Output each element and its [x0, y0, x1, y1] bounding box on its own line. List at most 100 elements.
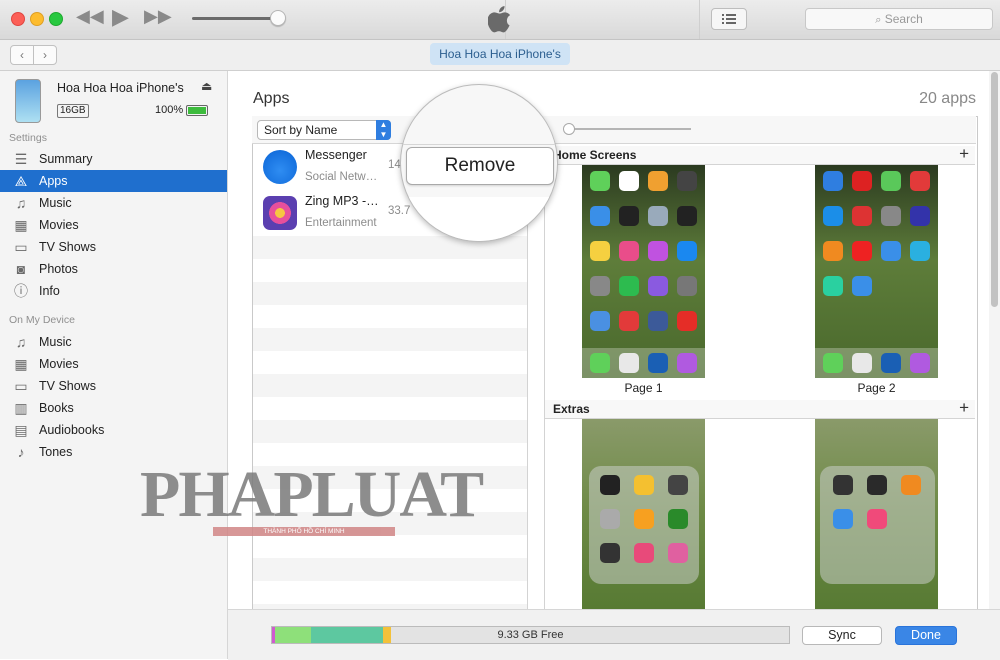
- volume-slider[interactable]: [192, 17, 280, 20]
- forward-button[interactable]: ›: [33, 45, 57, 65]
- list-icon: [722, 14, 736, 24]
- app-icon[interactable]: [677, 241, 697, 261]
- app-icon[interactable]: [619, 206, 639, 226]
- app-icon[interactable]: [590, 171, 610, 191]
- sidebar-item-settings-info[interactable]: ⓘ Info: [0, 280, 227, 302]
- app-icon[interactable]: [619, 241, 639, 261]
- play-icon[interactable]: ▶: [112, 4, 129, 30]
- app-icon[interactable]: [823, 171, 843, 191]
- folder-app-icon[interactable]: [634, 475, 654, 495]
- sort-select[interactable]: Sort by Name ▲ ▼: [257, 120, 391, 140]
- sidebar-item-settings-music[interactable]: ♫ Music: [0, 192, 227, 214]
- remove-button[interactable]: Remove: [406, 147, 554, 185]
- sidebar-item-settings-photos[interactable]: ◙ Photos: [0, 258, 227, 280]
- app-icon[interactable]: [648, 311, 668, 331]
- home-screen-page-1[interactable]: [582, 165, 705, 378]
- folder-app-icon[interactable]: [600, 475, 620, 495]
- folder-app-icon[interactable]: [634, 543, 654, 563]
- volume-knob[interactable]: [270, 10, 286, 26]
- app-icon[interactable]: [619, 276, 639, 296]
- app-icon[interactable]: [852, 171, 872, 191]
- app-icon[interactable]: [648, 171, 668, 191]
- dock-app-icon[interactable]: [852, 353, 872, 373]
- dock-app-icon[interactable]: [881, 353, 901, 373]
- fast-forward-icon[interactable]: ▶▶: [144, 6, 172, 27]
- dock-app-icon[interactable]: [677, 353, 697, 373]
- app-icon[interactable]: [619, 171, 639, 191]
- zoom-slider[interactable]: [565, 128, 691, 130]
- app-icon[interactable]: [677, 311, 697, 331]
- folder-app-icon[interactable]: [668, 475, 688, 495]
- app-icon[interactable]: [677, 276, 697, 296]
- sidebar-item-device-audiobooks[interactable]: ▤ Audiobooks: [0, 419, 227, 441]
- add-home-screen-icon[interactable]: +: [959, 145, 969, 163]
- search-field[interactable]: ⌕ Search: [805, 8, 993, 30]
- app-icon[interactable]: [590, 276, 610, 296]
- sidebar-item-device-tv-shows[interactable]: ▭ TV Shows: [0, 375, 227, 397]
- add-extras-icon[interactable]: +: [959, 399, 969, 417]
- app-icon[interactable]: [648, 206, 668, 226]
- folder-app-icon[interactable]: [668, 509, 688, 529]
- app-icon[interactable]: [852, 206, 872, 226]
- app-icon[interactable]: [910, 171, 930, 191]
- app-icon[interactable]: [823, 241, 843, 261]
- app-icon[interactable]: [881, 241, 901, 261]
- sidebar-item-label: Summary: [39, 152, 93, 166]
- app-icon[interactable]: [677, 171, 697, 191]
- sidebar-item-device-books[interactable]: ▥ Books: [0, 397, 227, 419]
- folder-app-icon[interactable]: [600, 509, 620, 529]
- eject-icon[interactable]: ⏏: [201, 79, 212, 93]
- list-stripe: [253, 420, 527, 443]
- app-icon[interactable]: [881, 206, 901, 226]
- app-icon[interactable]: [823, 276, 843, 296]
- dock-app-icon[interactable]: [648, 353, 668, 373]
- app-icon[interactable]: [910, 206, 930, 226]
- home-screen-page-2[interactable]: [815, 165, 938, 378]
- device-tab[interactable]: Hoa Hoa Hoa iPhone's: [430, 43, 570, 65]
- sidebar-item-settings-movies[interactable]: ▦ Movies: [0, 214, 227, 236]
- app-icon[interactable]: [590, 241, 610, 261]
- close-window-button[interactable]: [11, 12, 25, 26]
- app-icon[interactable]: [852, 241, 872, 261]
- dock-app-icon[interactable]: [910, 353, 930, 373]
- app-icon[interactable]: [823, 206, 843, 226]
- app-icon[interactable]: [881, 171, 901, 191]
- app-icon[interactable]: [677, 206, 697, 226]
- app-icon[interactable]: [910, 241, 930, 261]
- folder-app-icon[interactable]: [901, 475, 921, 495]
- sync-button[interactable]: Sync: [802, 626, 882, 645]
- dock-app-icon[interactable]: [823, 353, 843, 373]
- dock-app-icon[interactable]: [619, 353, 639, 373]
- search-icon: ⌕: [875, 14, 882, 26]
- back-button[interactable]: ‹: [10, 45, 34, 65]
- app-icon[interactable]: [590, 206, 610, 226]
- folder-app-icon[interactable]: [833, 509, 853, 529]
- sidebar-item-device-music[interactable]: ♫ Music: [0, 331, 227, 353]
- folder-app-icon[interactable]: [867, 475, 887, 495]
- sidebar-item-label: Info: [39, 284, 60, 298]
- app-icon[interactable]: [590, 311, 610, 331]
- minimize-window-button[interactable]: [30, 12, 44, 26]
- folder-app-icon[interactable]: [634, 509, 654, 529]
- rewind-icon[interactable]: ◀◀: [76, 6, 104, 27]
- sidebar-item-settings-summary[interactable]: ☰ Summary: [0, 148, 227, 170]
- sidebar-item-settings-apps[interactable]: ⟁ Apps: [0, 170, 227, 192]
- app-icon[interactable]: [648, 276, 668, 296]
- watermark-subtitle: THÀNH PHỐ HỒ CHÍ MINH: [213, 527, 395, 536]
- scrollbar-thumb[interactable]: [991, 72, 998, 307]
- folder-app-icon[interactable]: [867, 509, 887, 529]
- zoom-window-button[interactable]: [49, 12, 63, 26]
- sidebar-item-settings-tv-shows[interactable]: ▭ TV Shows: [0, 236, 227, 258]
- sidebar-item-device-movies[interactable]: ▦ Movies: [0, 353, 227, 375]
- capacity-badge: 16GB: [57, 104, 89, 118]
- folder-app-icon[interactable]: [833, 475, 853, 495]
- up-next-list-button[interactable]: [711, 8, 747, 30]
- dock-app-icon[interactable]: [590, 353, 610, 373]
- folder-app-icon[interactable]: [600, 543, 620, 563]
- folder-app-icon[interactable]: [668, 543, 688, 563]
- zoom-slider-knob[interactable]: [563, 123, 575, 135]
- app-icon[interactable]: [852, 276, 872, 296]
- app-icon[interactable]: [648, 241, 668, 261]
- app-icon[interactable]: [619, 311, 639, 331]
- done-button[interactable]: Done: [895, 626, 957, 645]
